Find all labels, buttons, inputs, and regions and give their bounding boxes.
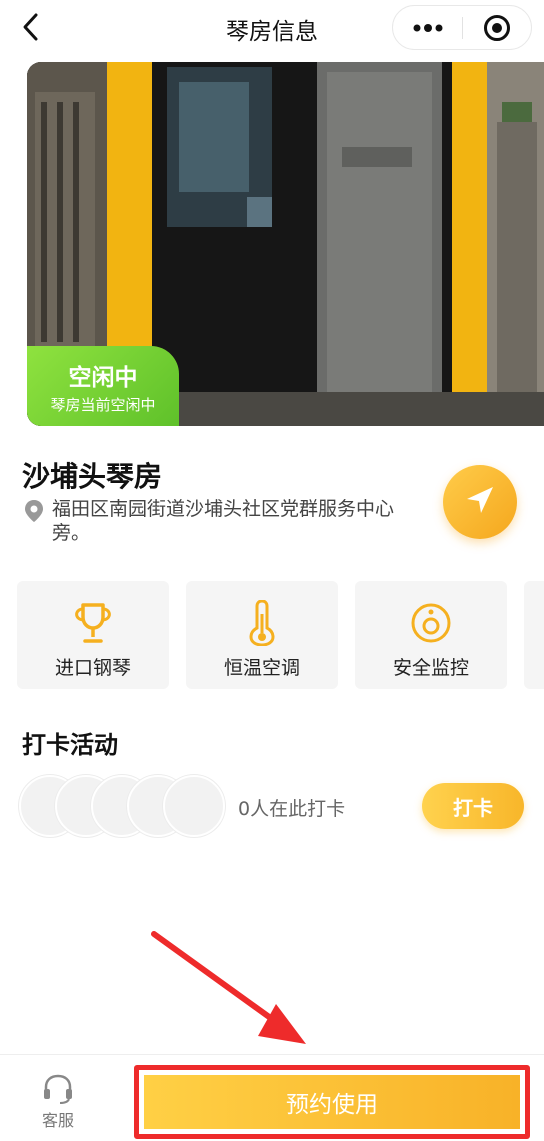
more-dots-icon[interactable] bbox=[393, 5, 462, 50]
navigate-button[interactable] bbox=[443, 465, 517, 539]
feature-label: 安全监控 bbox=[392, 657, 469, 679]
camera-icon bbox=[355, 599, 507, 647]
target-close-icon[interactable] bbox=[463, 5, 531, 50]
feature-card-piano: 进口钢琴 bbox=[17, 581, 169, 689]
checkin-count: 0人在此打卡 bbox=[238, 798, 346, 820]
status-subtitle: 琴房当前空闲中 bbox=[50, 396, 156, 414]
feature-card-ac: 恒温空调 bbox=[186, 581, 338, 689]
map-pin-icon bbox=[24, 499, 46, 545]
customer-service-button[interactable]: 客服 bbox=[30, 1073, 86, 1131]
checkin-button[interactable]: 打卡 bbox=[422, 783, 524, 829]
trophy-icon bbox=[17, 599, 169, 647]
feature-card-more bbox=[524, 581, 544, 689]
avatar bbox=[163, 775, 225, 837]
address-text: 福田区南园街道沙埔头社区党群服务中心旁。 bbox=[52, 498, 395, 544]
status-title: 空闲中 bbox=[68, 365, 138, 391]
feature-list: 进口钢琴 恒温空调 安全监控 bbox=[17, 581, 544, 689]
address-row: 福田区南园街道沙埔头社区党群服务中心旁。 bbox=[24, 497, 424, 545]
mini-program-capsule bbox=[392, 5, 532, 50]
annotation-arrow-icon bbox=[151, 931, 306, 1044]
checkin-title: 打卡活动 bbox=[22, 731, 118, 759]
navigation-bar: 琴房信息 bbox=[0, 0, 544, 56]
room-name: 沙埔头琴房 bbox=[22, 460, 163, 493]
navigation-arrow-icon bbox=[463, 483, 497, 521]
feature-label: 恒温空调 bbox=[223, 657, 300, 679]
thermometer-icon bbox=[186, 599, 338, 647]
status-badge: 空闲中 琴房当前空闲中 bbox=[27, 346, 179, 426]
service-label: 客服 bbox=[41, 1111, 74, 1130]
avatar-group bbox=[19, 775, 229, 837]
reserve-button[interactable]: 预约使用 bbox=[144, 1075, 520, 1129]
feature-label: 进口钢琴 bbox=[54, 657, 131, 679]
feature-card-security: 安全监控 bbox=[355, 581, 507, 689]
bottom-bar: 客服 预约使用 bbox=[0, 1054, 544, 1141]
